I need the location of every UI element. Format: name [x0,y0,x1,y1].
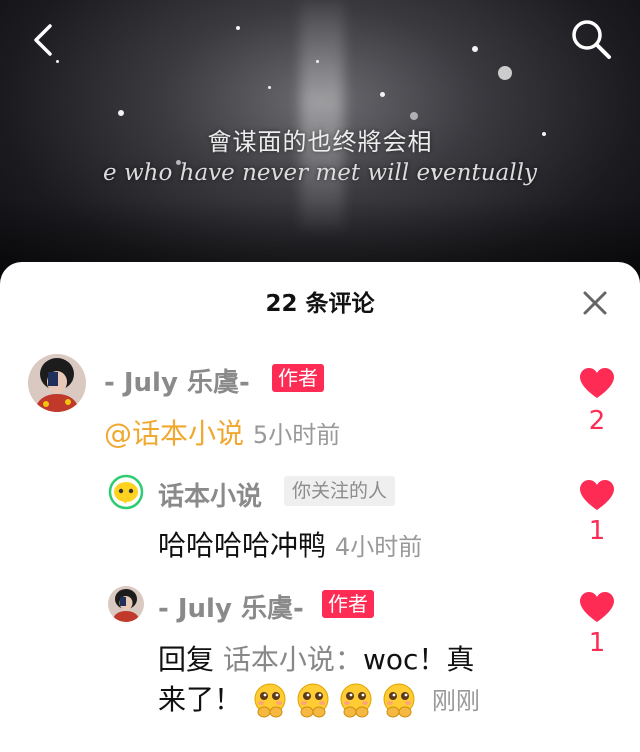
search-icon [572,20,611,59]
pleading-face-emoji [340,683,372,718]
chevron-left-icon [34,24,52,56]
mention-link[interactable]: @话本小说 [104,417,244,450]
sparkle [498,66,512,80]
like-count: 2 [588,406,606,436]
reply-content: 哈哈哈哈冲鸭 [158,529,327,562]
sparkle [380,92,385,97]
like-count: 1 [588,516,606,546]
avatar-image [108,586,144,622]
comment-username[interactable]: - July 乐虞- [104,362,250,399]
reply-target-link[interactable]: 话本小说： [223,643,363,676]
sparkle [236,26,240,30]
reply-timestamp: 4小时前 [334,533,423,561]
comment-text: @话本小说 5小时前 [104,412,340,452]
pleading-face-emoji [383,683,415,718]
pleading-face-emoji [254,683,286,718]
following-badge: 你关注的人 [284,476,396,506]
sparkle [410,112,418,120]
reply-timestamp: 刚刚 [431,687,480,715]
reply-text-line2: 来了！ 刚刚 [158,680,480,721]
heart-icon [580,368,614,398]
video-background: 會谋面的也终將会相 e who have never met will even… [0,0,640,290]
video-subtitle-chinese: 會谋面的也终將会相 [207,128,433,156]
sparkle [118,110,124,116]
comment-timestamp: 5小时前 [252,421,341,449]
sparkle [316,60,319,63]
close-button[interactable] [578,286,612,320]
huaben-logo-icon [108,474,144,510]
reply-username[interactable]: 话本小说 [158,476,262,513]
close-icon [583,291,607,315]
reply-content: woc！真 [362,643,475,676]
author-badge: 作者 [322,590,374,618]
avatar-image [28,354,86,412]
avatar[interactable] [108,474,144,510]
emoji-row [251,683,423,718]
comments-panel: 22 条评论 - July 乐虞- 作者 @话本小说 5小时前 2 话本小说 你… [0,262,640,752]
reply-text-line1: 回复 话本小说：woc！真 [158,638,474,678]
avatar[interactable] [108,586,144,622]
heart-icon [580,480,614,510]
pleading-face-emoji [297,683,329,718]
reply-text: 哈哈哈哈冲鸭 4小时前 [158,524,422,564]
heart-icon [580,592,614,622]
light-beam [300,0,344,230]
comments-count-title: 22 条评论 [265,291,375,317]
search-button[interactable] [566,14,616,64]
sparkle [472,46,478,52]
back-button[interactable] [24,16,72,64]
reply-content: 来了！ [158,683,243,716]
like-count: 1 [588,628,606,658]
author-badge: 作者 [272,364,324,392]
avatar[interactable] [28,354,86,412]
video-subtitle-english: e who have never met will eventually [103,160,537,186]
reply-username[interactable]: - July 乐虞- [158,588,304,625]
reply-prefix: 回复 [158,643,215,676]
sparkle [268,86,271,89]
